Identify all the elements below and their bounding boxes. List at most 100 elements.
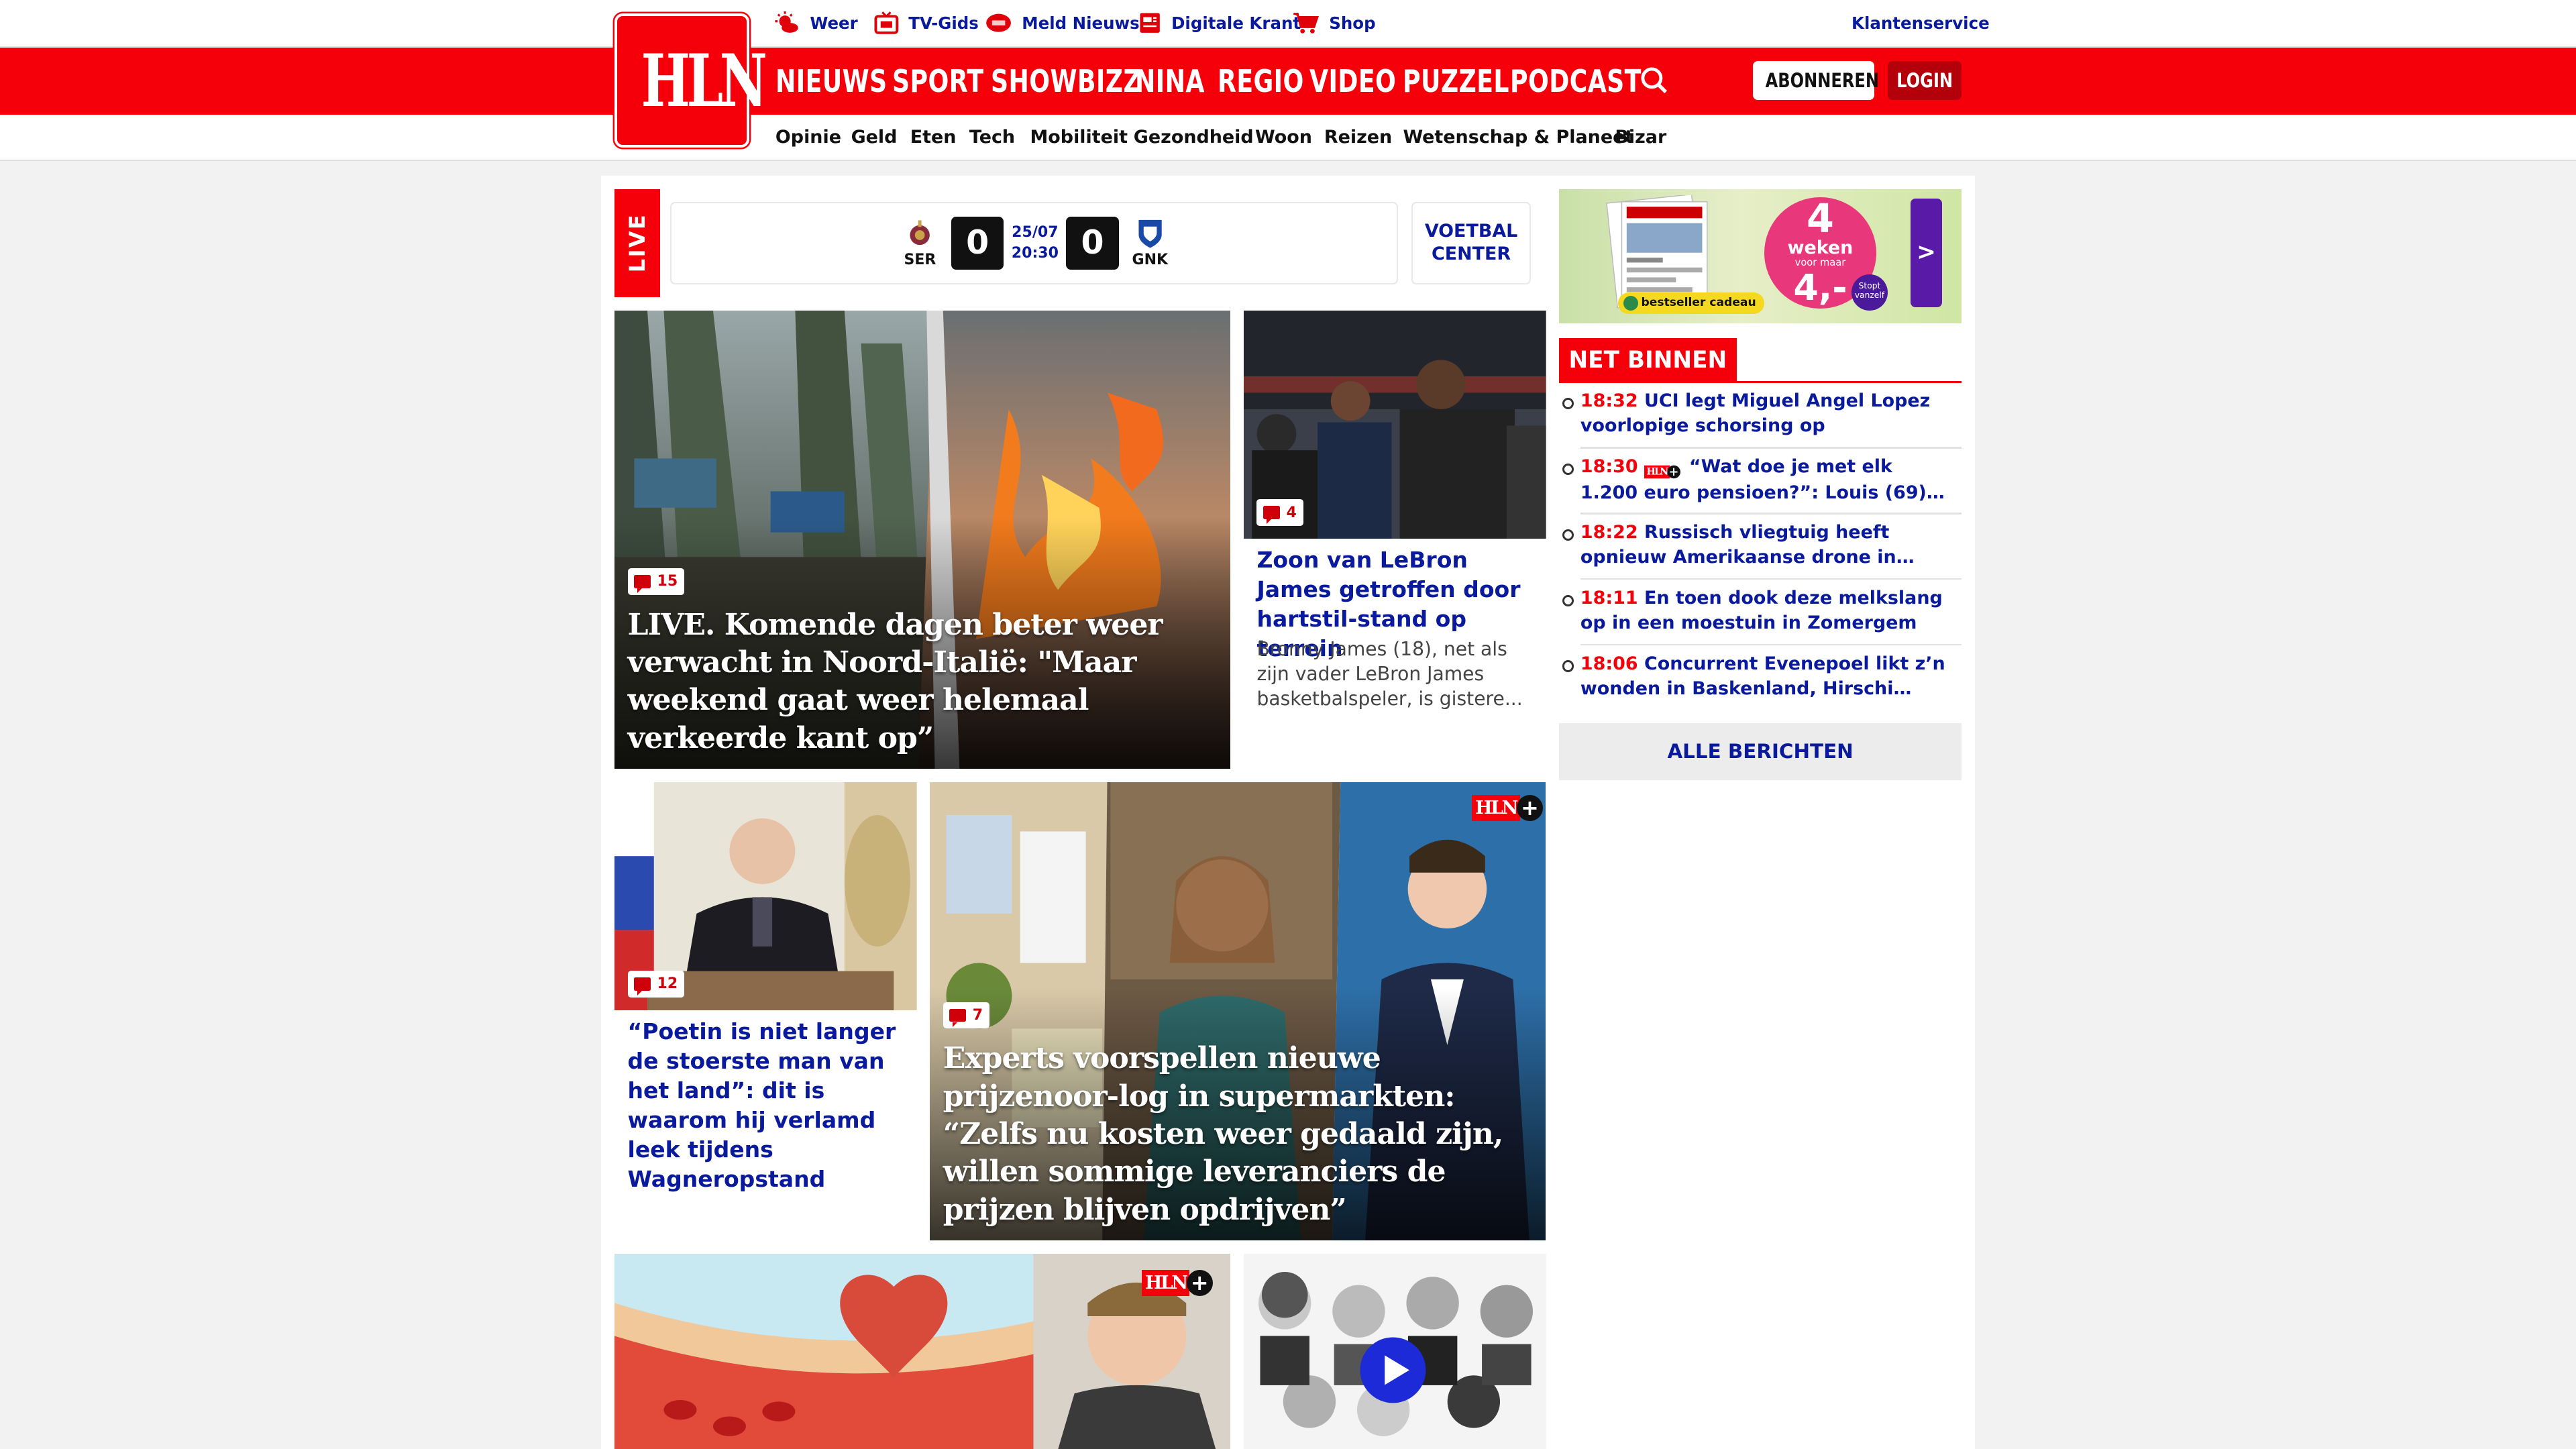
news-item[interactable]: 18:06 Concurrent Evenepoel likt z’n wond… bbox=[1559, 652, 1962, 708]
weer-label: Weer bbox=[810, 13, 858, 33]
promo-weeks-label: weken bbox=[1787, 237, 1854, 258]
match-datetime: 25/07 20:30 bbox=[1007, 222, 1063, 265]
news-divider bbox=[1580, 578, 1962, 580]
comment-count: 12 bbox=[657, 975, 678, 993]
subnav-bizar[interactable]: Bizar bbox=[1615, 127, 1666, 148]
promo-arrow-button[interactable]: > bbox=[1911, 199, 1942, 307]
nav-video[interactable]: VIDEO bbox=[1309, 48, 1396, 115]
klantenservice-link[interactable]: Klantenservice bbox=[1851, 13, 1990, 33]
article-prijzenoorlog[interactable]: HLN + 7 Experts voorspellen nieuwe prijze… bbox=[930, 782, 1546, 1240]
subnav-opinie[interactable]: Opinie bbox=[775, 127, 841, 148]
promo-cadeau-label: bestseller cadeau bbox=[1618, 292, 1764, 314]
plus-icon: + bbox=[1667, 465, 1680, 479]
promo-weeks-number: 4 bbox=[1807, 195, 1834, 241]
promo-stopt-badge: Stopt vanzelf bbox=[1851, 274, 1888, 311]
digitale-krant-link[interactable]: Digitale Krant bbox=[1138, 0, 1301, 46]
comment-icon bbox=[949, 1008, 966, 1027]
bullet-icon bbox=[1562, 397, 1574, 409]
news-divider bbox=[1580, 447, 1962, 449]
net-binnen-header: NET BINNEN bbox=[1559, 338, 1737, 383]
nav-showbizz[interactable]: SHOWBIZZ bbox=[991, 48, 1141, 115]
article-title: LIVE. Komende dagen beter weer verwacht … bbox=[627, 607, 1163, 755]
article-excerpt: Bronny James (18), net als zijn vader Le… bbox=[1256, 638, 1523, 710]
match-date: 25/07 bbox=[1012, 223, 1059, 241]
article-image bbox=[614, 1253, 1231, 1449]
news-item[interactable]: 18:22 Russisch vliegtuig heeft opnieuw A… bbox=[1559, 521, 1962, 580]
nav-podcast[interactable]: PODCAST bbox=[1510, 48, 1642, 115]
promo-cadeau-text: bestseller cadeau bbox=[1641, 295, 1756, 309]
nav-nina[interactable]: NINA bbox=[1135, 48, 1205, 115]
article-heart-health[interactable]: HLN + bbox=[614, 1253, 1231, 1449]
meldnieuws-link[interactable]: Meld Nieuws bbox=[985, 0, 1140, 46]
hln-plus-badge: HLN + bbox=[1472, 795, 1543, 822]
news-item[interactable]: 18:30 HLN + “Wat doe je met elk 1.200 eur… bbox=[1559, 455, 1962, 515]
search-icon[interactable] bbox=[1640, 66, 1669, 95]
subnav-mobiliteit[interactable]: Mobiliteit bbox=[1030, 127, 1128, 148]
news-item[interactable]: 18:32 UCI legt Miguel Angel Lopez voorlo… bbox=[1559, 389, 1962, 449]
article-title: Experts voorspellen nieuwe prijzenoor-lo… bbox=[943, 1041, 1504, 1227]
voetbal-center-button[interactable]: VOETBAL CENTER bbox=[1411, 202, 1532, 284]
article-poetin[interactable]: 12 “Poetin is niet langer de stoerste ma… bbox=[614, 782, 917, 1240]
match-time: 20:30 bbox=[1011, 245, 1059, 262]
subscription-promo-banner[interactable]: 4 weken voor maar 4,- Stopt vanzelf best… bbox=[1559, 189, 1962, 324]
hln-logo[interactable]: HLN bbox=[614, 13, 767, 148]
cart-icon bbox=[1293, 13, 1320, 34]
nav-sport[interactable]: SPORT bbox=[892, 48, 984, 115]
subnav-tech[interactable]: Tech bbox=[969, 127, 1015, 148]
hln-plus-badge: HLN + bbox=[1142, 1270, 1213, 1297]
login-button[interactable]: LOGIN bbox=[1887, 60, 1962, 101]
home-score: 0 bbox=[951, 217, 1004, 270]
subnav-woon[interactable]: Woon bbox=[1255, 127, 1312, 148]
plus-icon: + bbox=[1186, 1270, 1213, 1297]
bullet-icon bbox=[1562, 660, 1574, 672]
hln-plus-badge: HLN + bbox=[1644, 465, 1680, 479]
nav-nieuws[interactable]: NIEUWS bbox=[775, 48, 888, 115]
live-label: LIVE bbox=[625, 213, 651, 273]
abonneren-label: ABONNEREN bbox=[1765, 68, 1880, 92]
live-tab[interactable]: LIVE bbox=[614, 189, 661, 298]
subnav-reizen[interactable]: Reizen bbox=[1324, 127, 1392, 148]
subnav-gezondheid[interactable]: Gezondheid bbox=[1134, 127, 1254, 148]
subnav-eten[interactable]: Eten bbox=[910, 127, 957, 148]
alle-berichten-button[interactable]: ALLE BERICHTEN bbox=[1559, 722, 1962, 781]
tvgids-link[interactable]: TV-Gids bbox=[874, 0, 979, 46]
article-video[interactable] bbox=[1243, 1253, 1546, 1449]
shop-link[interactable]: Shop bbox=[1293, 0, 1376, 46]
bullet-icon bbox=[1562, 463, 1574, 475]
utility-bar: Weer TV-Gids Meld Nieuws Digitale Krant … bbox=[0, 0, 2576, 48]
weer-link[interactable]: Weer bbox=[773, 0, 858, 46]
news-item[interactable]: 18:11 En toen dook deze melkslang op in … bbox=[1559, 586, 1962, 646]
tvgids-label: TV-Gids bbox=[908, 13, 979, 33]
voetbal-line2: CENTER bbox=[1431, 243, 1511, 264]
play-icon[interactable] bbox=[1358, 1336, 1428, 1405]
comment-icon bbox=[634, 977, 651, 996]
meldnieuws-label: Meld Nieuws bbox=[1022, 13, 1140, 33]
comment-count-badge: 4 bbox=[1256, 499, 1303, 526]
phone-icon bbox=[986, 13, 1012, 32]
abonneren-button[interactable]: ABONNEREN bbox=[1753, 60, 1879, 101]
shop-label: Shop bbox=[1329, 13, 1376, 33]
newspaper-icon bbox=[1140, 13, 1160, 33]
article-italy-fires[interactable]: 15 LIVE. Komende dagen beter weer verwac… bbox=[614, 310, 1231, 769]
gift-icon bbox=[1623, 295, 1638, 311]
subnav-geld[interactable]: Geld bbox=[851, 127, 898, 148]
comment-icon bbox=[634, 575, 651, 594]
home-team-crest bbox=[910, 220, 930, 245]
plus-icon: + bbox=[1516, 795, 1543, 822]
voetbal-line1: VOETBAL bbox=[1424, 220, 1518, 241]
nav-regio[interactable]: REGIO bbox=[1218, 48, 1304, 115]
bullet-icon bbox=[1562, 594, 1574, 606]
tv-icon bbox=[874, 11, 899, 34]
digitale-krant-label: Digitale Krant bbox=[1171, 13, 1301, 33]
away-team-name: GNK bbox=[1132, 251, 1169, 268]
news-time: 18:32 bbox=[1580, 390, 1638, 412]
subnav-wetenschap[interactable]: Wetenschap & Planeet bbox=[1403, 127, 1633, 148]
news-time: 18:30 bbox=[1580, 456, 1638, 478]
hln-plus-label: HLN bbox=[1472, 795, 1520, 822]
nav-puzzel[interactable]: PUZZEL bbox=[1403, 48, 1509, 115]
weather-icon bbox=[775, 11, 799, 33]
article-lebron[interactable]: 4 Zoon van LeBron James getroffen door h… bbox=[1243, 310, 1546, 769]
hln-plus-label: HLN bbox=[1644, 466, 1670, 479]
away-team-crest bbox=[1138, 220, 1162, 248]
comment-count-badge: 12 bbox=[627, 971, 684, 998]
